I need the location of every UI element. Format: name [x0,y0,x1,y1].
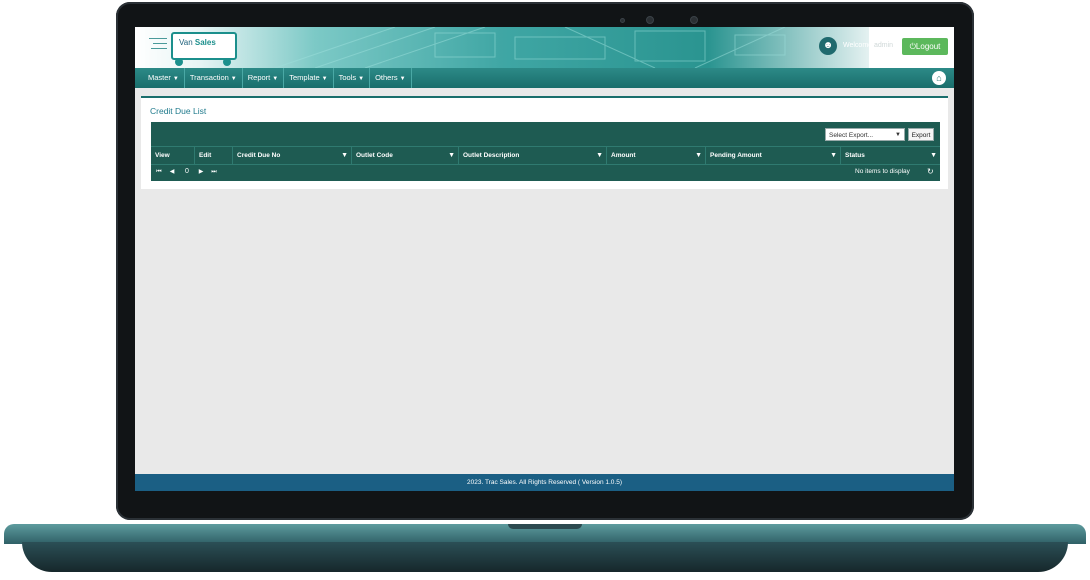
logo-text: Van Sales [179,38,216,47]
filter-icon[interactable]: ▼ [596,147,603,164]
filter-icon[interactable]: ▼ [448,147,455,164]
export-format-select[interactable]: Select Export... ▼ [825,128,905,141]
column-status[interactable]: Status ▼ [841,147,940,164]
nav-label: Others [375,73,398,82]
app-footer: 2023. Trac Sales. All Rights Reserved ( … [135,474,954,491]
caret-down-icon: ▼ [230,76,237,82]
caret-down-icon: ▼ [399,76,406,82]
column-label: Status [845,152,865,159]
grid-header: View Edit Credit Due No ▼ Outlet Code ▼ Ou… [151,146,940,165]
welcome-label: Welcome [843,42,873,49]
user-icon[interactable]: ☻ [819,37,837,55]
nav-label: Template [289,73,320,82]
grid-toolbar: Select Export... ▼ Export [151,122,940,146]
credit-due-grid: Select Export... ▼ Export View Edit Credi… [151,122,940,181]
base-bottom [22,542,1068,572]
filter-icon[interactable]: ▼ [930,147,937,164]
column-credit-due-no[interactable]: Credit Due No ▼ [233,147,352,164]
column-view[interactable]: View [151,147,195,164]
nav-label: Transaction [189,73,229,82]
dropdown-arrow-icon: ▼ [895,132,901,138]
logout-button[interactable]: ⏻Logout [902,38,948,55]
nav-report[interactable]: Report ▼ [243,68,285,88]
caret-down-icon: ▼ [358,76,365,82]
nav-menu: Master ▼ Transaction ▼ Report ▼ Template ▼ T… [143,68,412,88]
column-outlet-code[interactable]: Outlet Code ▼ [352,147,459,164]
credit-due-panel: Credit Due List Select Export... ▼ Export… [141,96,948,189]
app-header: Van Sales ☻ Welcome admin ⏻Logout [135,27,954,68]
export-button[interactable]: Export [908,128,934,141]
wheel-icon [223,58,231,66]
logo-prefix: Van [179,38,193,47]
caret-down-icon: ▼ [321,76,328,82]
column-label: Credit Due No [237,152,281,159]
caret-down-icon: ▼ [272,76,279,82]
sensor-icon [620,18,625,23]
column-amount[interactable]: Amount ▼ [607,147,706,164]
column-label: Edit [199,152,212,159]
refresh-icon[interactable]: ↻ [927,164,934,180]
page-title: Credit Due List [150,106,207,116]
first-page-icon[interactable]: ⏮ [154,164,164,180]
column-label: View [155,152,170,159]
nav-template[interactable]: Template ▼ [284,68,334,88]
caret-down-icon: ▼ [172,76,179,82]
nav-master[interactable]: Master ▼ [143,68,185,88]
nav-label: Tools [338,73,357,82]
column-outlet-description[interactable]: Outlet Description ▼ [459,147,607,164]
current-page: 0 [185,168,189,175]
nav-transaction[interactable]: Transaction ▼ [185,68,243,88]
column-label: Amount [611,152,636,159]
base-notch [508,524,582,529]
column-label: Outlet Description [463,152,520,159]
username: admin [874,42,894,49]
logout-label: Logout [915,42,941,51]
nav-tools[interactable]: Tools ▼ [334,68,371,88]
camera-icon [690,16,698,24]
wheel-icon [175,58,183,66]
grid-pager: ⏮ ◀ 0 ▶ ⏭ No items to display ↻ [151,164,940,180]
nav-label: Master [148,73,171,82]
laptop-base [0,518,1090,578]
next-page-icon[interactable]: ▶ [196,164,206,180]
app-logo[interactable]: Van Sales [149,30,239,66]
column-label: Pending Amount [710,152,762,159]
no-items-text: No items to display [855,168,910,175]
last-page-icon[interactable]: ⏭ [209,164,219,180]
filter-icon[interactable]: ▼ [830,147,837,164]
webcam-icon [646,16,654,24]
filter-icon[interactable]: ▼ [341,147,348,164]
speed-line [149,38,167,39]
speed-line [153,43,167,44]
column-edit[interactable]: Edit [195,147,233,164]
home-icon[interactable]: ⌂ [932,71,946,85]
select-export-value: Select Export... [829,132,874,139]
prev-page-icon[interactable]: ◀ [167,164,177,180]
logo-suffix: Sales [194,38,216,47]
welcome-text: Welcome admin [843,42,893,49]
column-label: Outlet Code [356,152,393,159]
column-pending-amount[interactable]: Pending Amount ▼ [706,147,841,164]
main-navbar: Master ▼ Transaction ▼ Report ▼ Template ▼ T… [135,68,954,88]
nav-others[interactable]: Others ▼ [370,68,412,88]
speed-line [151,48,167,49]
nav-label: Report [247,73,271,82]
app-screen: Van Sales ☻ Welcome admin ⏻Logout Master… [135,27,954,491]
filter-icon[interactable]: ▼ [695,147,702,164]
webcam-bar [616,14,726,24]
